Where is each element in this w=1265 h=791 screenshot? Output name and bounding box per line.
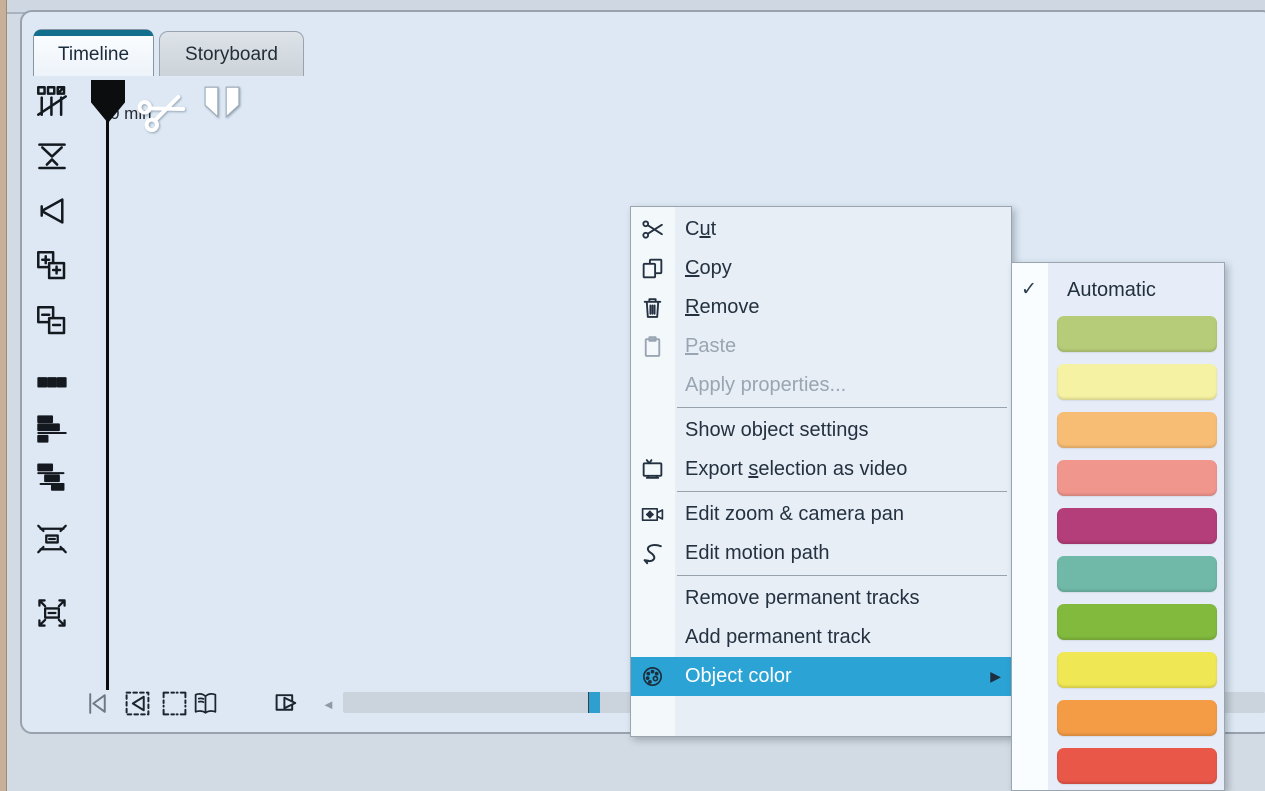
color-swatch-pale-yellow[interactable] — [1057, 364, 1217, 400]
tab-timeline-accent — [34, 30, 153, 36]
scissors-icon — [640, 217, 665, 242]
color-swatch-teal[interactable] — [1057, 556, 1217, 592]
color-swatch-salmon[interactable] — [1057, 460, 1217, 496]
tab-timeline-label: Timeline — [34, 30, 153, 77]
color-swatch-red[interactable] — [1057, 748, 1217, 784]
submenu-check-gutter — [1012, 263, 1048, 790]
palette-icon — [640, 664, 665, 689]
menu-item-label: Copy — [685, 249, 732, 288]
split-marker-icon[interactable] — [203, 86, 241, 125]
tab-storyboard-label: Storyboard — [160, 32, 303, 77]
trash-icon — [640, 295, 665, 320]
zoom-out-timeline-icon[interactable] — [36, 305, 70, 339]
single-row-view-icon[interactable] — [36, 366, 70, 400]
color-swatch-light-orange[interactable] — [1057, 412, 1217, 448]
play-range-icon[interactable] — [274, 690, 301, 717]
keyframe-track-icon[interactable] — [36, 195, 70, 229]
tab-storyboard[interactable]: Storyboard — [159, 31, 304, 76]
menu-item-label: Export selection as video — [685, 450, 907, 489]
tab-timeline[interactable]: Timeline — [33, 29, 154, 76]
camera-pan-icon — [640, 502, 665, 527]
insert-gap-icon[interactable] — [36, 140, 70, 174]
menu-item-label: Object color — [685, 657, 792, 696]
menu-separator — [677, 407, 1007, 408]
check-icon: ✓ — [1021, 269, 1037, 311]
copy-icon — [640, 256, 665, 281]
color-swatch-yellow[interactable] — [1057, 652, 1217, 688]
menu-item-edit-zoom-camera-pan[interactable]: Edit zoom & camera pan — [631, 495, 1011, 534]
menu-item-label: Show object settings — [685, 411, 868, 450]
scrollbar-thumb[interactable] — [588, 692, 600, 713]
menu-item-label: Edit zoom & camera pan — [685, 495, 904, 534]
menu-item-label: Apply properties... — [685, 366, 846, 405]
menu-item-add-permanent-track[interactable]: Add permanent track — [631, 618, 1011, 657]
color-swatch-yellow-green[interactable] — [1057, 316, 1217, 352]
menu-item-label: Remove permanent tracks — [685, 579, 920, 618]
menu-item-label: Edit motion path — [685, 534, 830, 573]
object-color-submenu: ✓ Automatic — [1011, 262, 1225, 791]
menu-item-edit-motion-path[interactable]: Edit motion path — [631, 534, 1011, 573]
menu-item-label: Cut — [685, 210, 716, 249]
menu-item-label: Remove — [685, 288, 759, 327]
menu-separator — [677, 575, 1007, 576]
menu-separator — [677, 491, 1007, 492]
menu-item-export-selection-as-video[interactable]: Export selection as video — [631, 450, 1011, 489]
menu-item-object-color[interactable]: Object color ▶ — [631, 657, 1011, 696]
zoom-in-timeline-icon[interactable] — [36, 250, 70, 284]
color-swatch-magenta[interactable] — [1057, 508, 1217, 544]
storyboard-book-icon[interactable] — [192, 690, 219, 717]
expand-view-icon[interactable] — [36, 597, 70, 631]
scroll-left-arrow-icon[interactable]: ◄ — [322, 697, 335, 712]
menu-item-show-object-settings[interactable]: Show object settings — [631, 411, 1011, 450]
tv-icon — [640, 457, 665, 482]
staggered-row-view-icon[interactable] — [36, 460, 70, 494]
window-left-edge — [0, 0, 7, 791]
arrange-objects-icon[interactable] — [36, 85, 70, 119]
automatic-label: Automatic — [1067, 269, 1156, 311]
menu-item-paste: Paste — [631, 327, 1011, 366]
submenu-arrow-icon: ▶ — [990, 657, 1001, 696]
menu-item-label: Add permanent track — [685, 618, 871, 657]
menu-item-cut[interactable]: Cut — [631, 210, 1011, 249]
context-menu: CutCopyRemovePasteApply properties... Sho… — [630, 206, 1012, 737]
color-option-automatic[interactable]: ✓ Automatic — [1012, 269, 1224, 311]
menu-item-remove[interactable]: Remove — [631, 288, 1011, 327]
multi-row-view-icon[interactable] — [36, 413, 70, 447]
skip-to-start-icon[interactable] — [84, 690, 111, 717]
menu-item-apply-properties: Apply properties... — [631, 366, 1011, 405]
play-selection-icon[interactable] — [124, 690, 151, 717]
fit-selection-icon[interactable] — [161, 690, 188, 717]
color-swatch-green[interactable] — [1057, 604, 1217, 640]
clipboard-icon — [640, 334, 665, 359]
fit-view-icon[interactable] — [36, 523, 70, 557]
menu-item-label: Paste — [685, 327, 736, 366]
razor-scissors-icon[interactable] — [136, 84, 188, 141]
motion-path-icon — [640, 541, 665, 566]
menu-item-remove-permanent-tracks[interactable]: Remove permanent tracks — [631, 579, 1011, 618]
menu-item-copy[interactable]: Copy — [631, 249, 1011, 288]
color-swatch-orange[interactable] — [1057, 700, 1217, 736]
playhead-line[interactable] — [106, 86, 109, 690]
